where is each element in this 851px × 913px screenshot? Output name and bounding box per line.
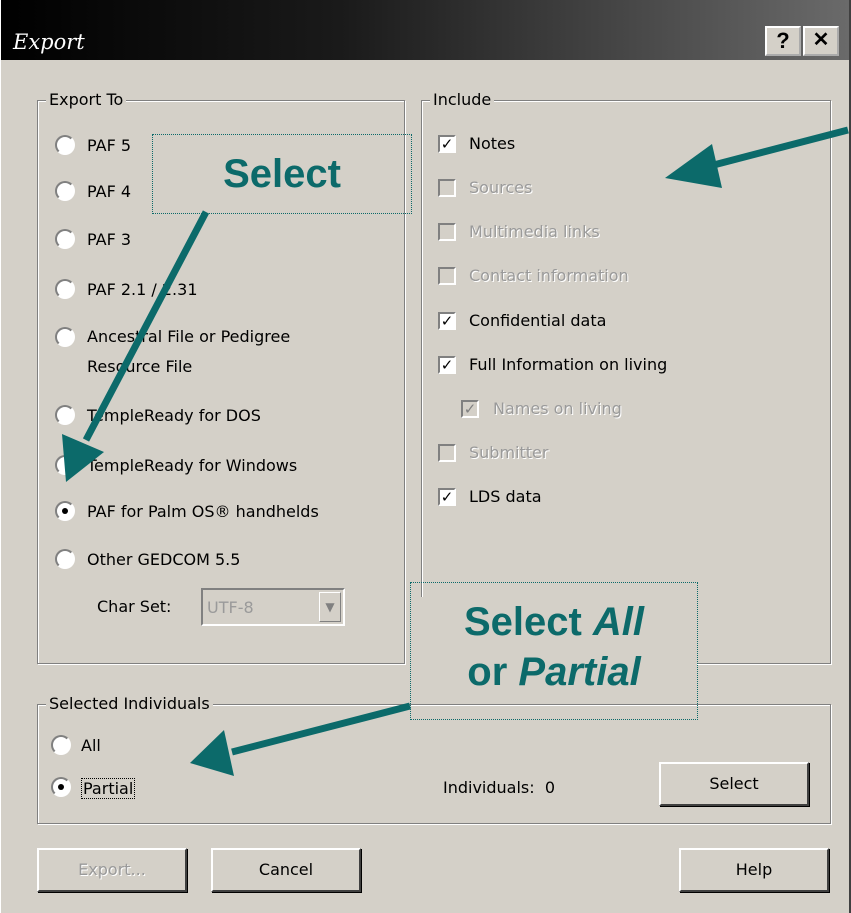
selected-individuals-label: Selected Individuals xyxy=(46,694,213,713)
close-button[interactable]: ✕ xyxy=(803,26,839,56)
radio-all-label[interactable]: All xyxy=(81,736,101,755)
help-title-button[interactable]: ? xyxy=(765,26,801,56)
radio-paf-palm-label[interactable]: PAF for Palm OS® handhelds xyxy=(87,502,319,521)
checkbox-lds-data[interactable]: ✓ xyxy=(438,488,456,506)
include-label: Include xyxy=(430,90,495,109)
callout-select-text: Select xyxy=(161,135,403,213)
callout-select: Select xyxy=(152,134,412,214)
callout-all-word: All xyxy=(592,600,645,644)
checkbox-lds-data-label[interactable]: LDS data xyxy=(469,487,542,506)
radio-partial-label[interactable]: Partial xyxy=(81,778,136,799)
charset-dropdown[interactable]: UTF-8 ▼ xyxy=(201,588,345,626)
checkbox-confidential-data-label[interactable]: Confidential data xyxy=(469,311,606,330)
help-button[interactable]: Help xyxy=(679,848,829,892)
radio-templeready-dos-label[interactable]: TempleReady for DOS xyxy=(87,406,261,425)
radio-ancestral-file[interactable] xyxy=(55,327,75,347)
charset-value: UTF-8 xyxy=(207,598,254,617)
radio-ancestral-file-label-line2[interactable]: Resource File xyxy=(87,357,192,376)
export-button: Export... xyxy=(37,848,187,892)
callout-line1: Select All xyxy=(411,597,697,647)
checkbox-notes[interactable]: ✓ xyxy=(438,135,456,153)
radio-other-gedcom-label[interactable]: Other GEDCOM 5.5 xyxy=(87,550,240,569)
checkbox-full-info-living[interactable]: ✓ xyxy=(438,356,456,374)
cancel-button[interactable]: Cancel xyxy=(211,848,361,892)
callout-line2: or Partial xyxy=(411,647,697,697)
radio-partial[interactable] xyxy=(51,777,71,797)
radio-templeready-windows-label[interactable]: TempleReady for Windows xyxy=(87,456,297,475)
select-individuals-button[interactable]: Select xyxy=(659,762,809,806)
individuals-count: Individuals: 0 xyxy=(443,778,555,797)
radio-paf-palm[interactable] xyxy=(55,501,75,521)
radio-paf3-label[interactable]: PAF 3 xyxy=(87,230,131,249)
callout-select-word: Select xyxy=(463,600,593,644)
callout-partial-word: Partial xyxy=(518,650,641,694)
checkbox-contact-information xyxy=(438,267,456,285)
radio-paf5[interactable] xyxy=(55,135,75,155)
radio-paf5-label[interactable]: PAF 5 xyxy=(87,136,131,155)
checkbox-contact-information-label: Contact information xyxy=(469,266,629,285)
checkbox-submitter-label: Submitter xyxy=(469,443,549,462)
checkbox-sources-label: Sources xyxy=(469,178,533,197)
radio-other-gedcom[interactable] xyxy=(55,549,75,569)
dialog-title: Export xyxy=(13,30,85,54)
export-dialog: Export ? ✕ Export To PAF 5 PAF 4 PAF 3 P… xyxy=(0,0,851,913)
checkbox-names-on-living: ✓ xyxy=(461,400,479,418)
radio-paf4-label[interactable]: PAF 4 xyxy=(87,182,131,201)
checkbox-submitter xyxy=(438,444,456,462)
chevron-down-icon[interactable]: ▼ xyxy=(319,592,341,622)
callout-or-word: or xyxy=(467,650,519,694)
title-bar: Export ? ✕ xyxy=(1,0,849,60)
checkbox-multimedia-links-label: Multimedia links xyxy=(469,222,600,241)
checkbox-confidential-data[interactable]: ✓ xyxy=(438,312,456,330)
radio-all[interactable] xyxy=(51,735,71,755)
radio-ancestral-file-label[interactable]: Ancestral File or Pedigree xyxy=(87,327,290,346)
radio-paf21[interactable] xyxy=(55,279,75,299)
export-to-label: Export To xyxy=(46,90,127,109)
radio-paf4[interactable] xyxy=(55,181,75,201)
radio-templeready-windows[interactable] xyxy=(55,455,75,475)
radio-templeready-dos[interactable] xyxy=(55,405,75,425)
radio-paf3[interactable] xyxy=(55,229,75,249)
radio-paf21-label[interactable]: PAF 2.1 / 2.31 xyxy=(87,280,198,299)
callout-select-all-partial: Select All or Partial xyxy=(410,582,698,720)
checkbox-full-info-living-label[interactable]: Full Information on living xyxy=(469,355,667,374)
checkbox-multimedia-links xyxy=(438,223,456,241)
checkbox-notes-label[interactable]: Notes xyxy=(469,134,515,153)
checkbox-sources xyxy=(438,179,456,197)
checkbox-names-on-living-label: Names on living xyxy=(493,399,622,418)
charset-label: Char Set: xyxy=(97,597,172,616)
